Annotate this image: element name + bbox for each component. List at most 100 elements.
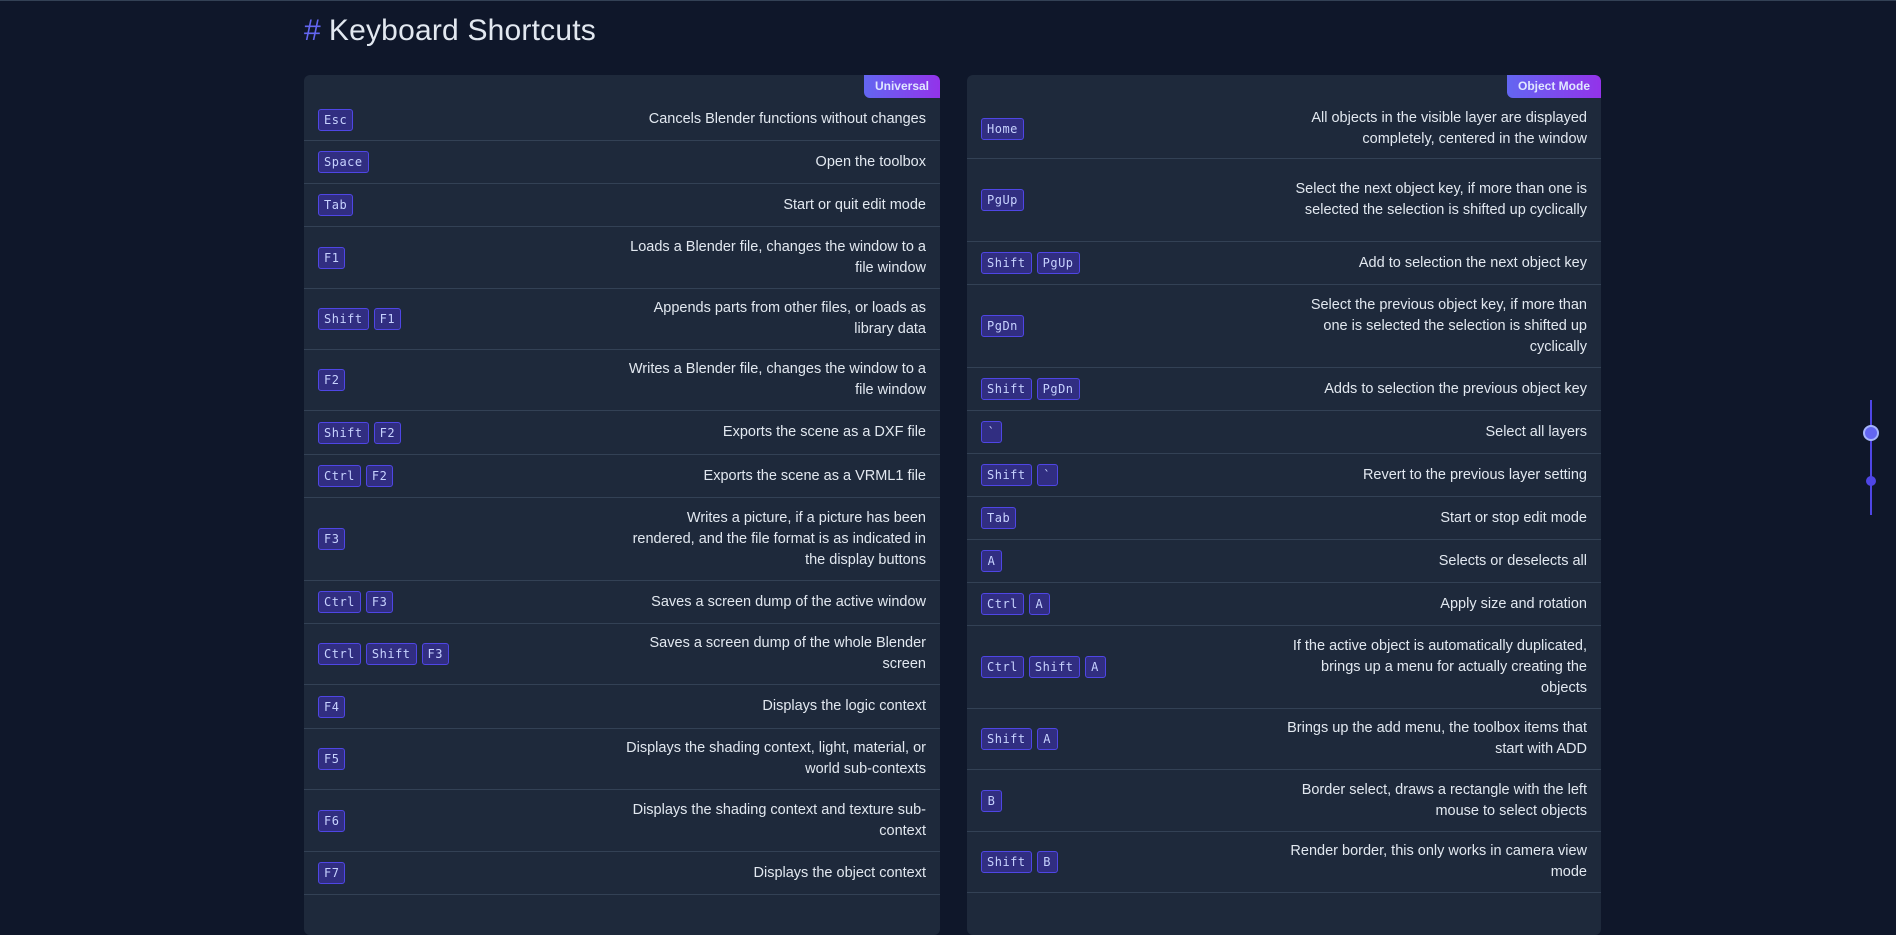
shortcut-description: Loads a Blender file, changes the window…: [630, 238, 926, 276]
shortcut-row: Shift PgDn Adds to selection the previous …: [967, 368, 1601, 411]
shortcut-description: Select the next object key, if more than…: [1295, 181, 1587, 218]
shortcut-description: Open the toolbox: [815, 153, 926, 170]
shortcut-description: Apply size and rotation: [1440, 595, 1587, 612]
shortcut-keys: Esc: [318, 108, 354, 131]
key-cap: Ctrl: [318, 591, 361, 613]
key-cap: Shift: [981, 252, 1032, 274]
shortcut-description: Exports the scene as a DXF file: [722, 424, 926, 440]
shortcut-description: Saves a screen dump of the whole Blender…: [649, 635, 926, 672]
shortcut-row: B Border select, draws a rectangle with t…: [967, 770, 1601, 832]
shortcut-description: Displays the shading context, light, mat…: [626, 740, 926, 777]
shortcut-keys: F7: [318, 862, 346, 884]
shortcut-row: Ctrl Shift A If the active object is automa…: [967, 626, 1601, 709]
shortcut-row: Ctrl Shift F3 Saves a screen dump of the wh…: [304, 624, 940, 685]
shortcut-description: Writes a Blender file, changes the windo…: [628, 361, 926, 398]
key-cap: A: [981, 550, 1002, 572]
shortcut-description: Writes a picture, if a picture has been …: [632, 509, 926, 568]
key-cap: Ctrl: [318, 465, 361, 487]
shortcut-row: Shift ` Revert to the previous layer setti…: [967, 454, 1601, 497]
key-cap: Home: [981, 117, 1024, 140]
shortcut-row: F6 Displays the shading context and textu…: [304, 790, 940, 852]
shortcut-keys: B: [981, 789, 1002, 812]
shortcut-row: Ctrl F2 Exports the scene as a VRML1 file: [304, 455, 940, 498]
shortcut-row: F2 Writes a Blender file, changes the win…: [304, 350, 940, 411]
key-cap: F7: [318, 862, 346, 884]
shortcut-description: Border select, draws a rectangle with th…: [1301, 781, 1587, 819]
key-cap: Tab: [981, 507, 1017, 529]
shortcut-keys: A: [981, 550, 1002, 572]
shortcut-row: Shift F2 Exports the scene as a DXF file: [304, 411, 940, 455]
shortcut-keys: PgUp: [981, 189, 1024, 211]
shortcut-description: Cancels Blender functions without change…: [648, 111, 926, 127]
shortcut-keys: Home: [981, 117, 1024, 140]
shortcut-keys: F4: [318, 695, 346, 718]
shortcut-row: Shift PgUp Add to selection the next objec…: [967, 242, 1601, 285]
scroll-position-dot-active[interactable]: [1863, 425, 1879, 441]
universal-shortcuts-panel: Universal Esc Cancels Blender functions w…: [304, 75, 940, 935]
key-cap: F4: [318, 695, 346, 718]
shortcut-keys: Ctrl F2: [318, 465, 394, 487]
key-cap: Esc: [318, 108, 354, 131]
shortcut-keys: F3: [318, 528, 346, 550]
shortcut-row: Shift A Brings up the add menu, the toolbo…: [967, 709, 1601, 770]
shortcut-description: Displays the shading context and texture…: [632, 801, 926, 839]
key-cap: Shift: [981, 728, 1032, 750]
key-cap: A: [1084, 656, 1106, 678]
shortcut-keys: Shift F1: [318, 308, 402, 330]
shortcut-row: Esc Cancels Blender functions without cha…: [304, 99, 940, 141]
key-cap: B: [981, 789, 1002, 812]
key-cap: Space: [318, 151, 369, 173]
shortcut-keys: Space: [318, 151, 369, 173]
key-cap: A: [1036, 728, 1058, 750]
key-cap: Shift: [318, 308, 369, 330]
shortcut-row: ` Select all layers: [967, 411, 1601, 454]
object-mode-badge: Object Mode: [1506, 75, 1601, 98]
shortcut-keys: Ctrl Shift A: [981, 656, 1106, 678]
shortcut-description: Revert to the previous layer setting: [1362, 466, 1587, 483]
shortcut-row: Shift F1 Appends parts from other files, o…: [304, 289, 940, 350]
shortcut-keys: F6: [318, 809, 346, 832]
shortcut-keys: Ctrl Shift F3: [318, 643, 449, 665]
shortcut-description: Appends parts from other files, or loads…: [653, 300, 926, 337]
key-cap: Shift: [981, 464, 1032, 486]
page-title-text: Keyboard Shortcuts: [328, 14, 596, 47]
shortcut-description: Selects or deselects all: [1438, 552, 1587, 569]
shortcut-description: Start or stop edit mode: [1440, 509, 1587, 526]
shortcut-description: Displays the logic context: [762, 698, 926, 714]
shortcut-row: F3 Writes a picture, if a picture has bee…: [304, 498, 940, 581]
shortcut-row: Tab Start or quit edit mode: [304, 184, 940, 227]
key-cap: Ctrl: [981, 593, 1024, 615]
shortcut-row: PgDn Select the previous object key, if m…: [967, 285, 1601, 368]
shortcut-row: Space Open the toolbox: [304, 141, 940, 184]
shortcut-keys: Shift PgDn: [981, 378, 1080, 400]
key-cap: Ctrl: [318, 643, 361, 665]
shortcut-description: Displays the object context: [753, 864, 926, 881]
shortcut-keys: Shift F2: [318, 421, 402, 444]
key-cap: F3: [318, 528, 346, 550]
shortcut-keys: F1: [318, 246, 346, 269]
hash-anchor-link[interactable]: #: [304, 14, 321, 47]
shortcut-keys: Shift B: [981, 851, 1058, 873]
shortcut-row: F7 Displays the object context: [304, 852, 940, 895]
shortcut-row: F5 Displays the shading context, light, m…: [304, 729, 940, 790]
shortcut-description: Saves a screen dump of the active window: [651, 593, 926, 610]
shortcut-keys: PgDn: [981, 315, 1024, 337]
key-cap: F3: [365, 591, 394, 613]
object-mode-shortcut-list: Home All objects in the visible layer are…: [967, 99, 1601, 893]
shortcut-description: Select the previous object key, if more …: [1310, 296, 1587, 355]
shortcut-row: Shift B Render border, this only works in …: [967, 832, 1601, 893]
scroll-position-dot[interactable]: [1866, 476, 1876, 486]
shortcut-row: Home All objects in the visible layer are…: [967, 99, 1601, 159]
key-cap: F1: [373, 308, 402, 330]
key-cap: Shift: [981, 851, 1032, 873]
object-mode-shortcuts-panel: Object Mode Home All objects in the visib…: [967, 75, 1601, 935]
page-title: # Keyboard Shortcuts: [304, 14, 596, 48]
key-cap: PgUp: [981, 189, 1024, 211]
key-cap: `: [981, 421, 1002, 443]
scroll-progress-rail: [1870, 400, 1872, 515]
shortcut-description: Select all layers: [1485, 423, 1587, 440]
key-cap: Shift: [981, 378, 1032, 400]
shortcut-description: Add to selection the next object key: [1358, 254, 1587, 271]
shortcut-description: If the active object is automatically du…: [1292, 637, 1587, 696]
shortcut-keys: Ctrl F3: [318, 591, 394, 613]
